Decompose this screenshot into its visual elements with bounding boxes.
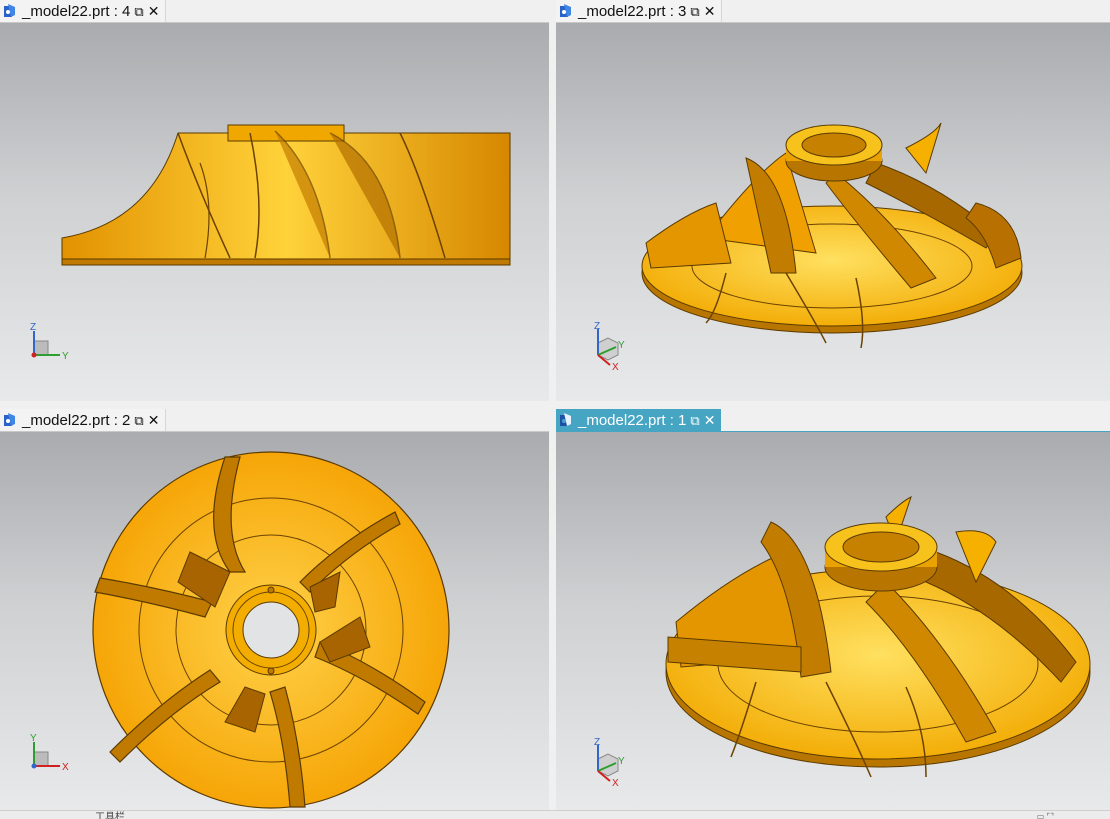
- viewport-pane-1: _model22.prt : 1 ⧉ ✕ Z Y X: [556, 409, 1110, 810]
- close-icon[interactable]: ✕: [148, 413, 160, 427]
- tab-model22-view-4[interactable]: _model22.prt : 4 ⧉ ✕: [0, 0, 167, 22]
- axis-label-y: Y: [618, 340, 625, 351]
- viewport-pane-3: _model22.prt : 3 ⧉ ✕ Z Y X: [556, 0, 1110, 401]
- tab-title: _model22.prt : 1: [578, 411, 687, 429]
- axis-label-x: X: [612, 362, 619, 371]
- axis-label-z: Z: [594, 737, 600, 748]
- popout-icon[interactable]: ⧉: [690, 5, 699, 18]
- popout-icon[interactable]: ⧉: [690, 414, 699, 427]
- tab-model22-view-1[interactable]: _model22.prt : 1 ⧉ ✕: [556, 409, 722, 431]
- impeller-iso-view: [641, 122, 1023, 349]
- axis-label-y: Y: [618, 756, 625, 767]
- graphics-window[interactable]: Y X: [0, 432, 549, 810]
- popout-icon[interactable]: ⧉: [134, 414, 143, 427]
- viewport-pane-4: _model22.prt : 4 ⧉ ✕ Z Y: [0, 0, 549, 401]
- impeller-top-view: [92, 451, 450, 809]
- part-document-icon: [560, 4, 571, 17]
- part-document-icon: [4, 4, 15, 17]
- part-document-icon: [560, 413, 571, 426]
- view-triad: Y X: [30, 733, 69, 773]
- popout-icon[interactable]: ⧉: [134, 5, 143, 18]
- viewport-pane-2: _model22.prt : 2 ⧉ ✕ Y X: [0, 409, 549, 810]
- tab-model22-view-2[interactable]: _model22.prt : 2 ⧉ ✕: [0, 409, 167, 431]
- tab-model22-view-3[interactable]: _model22.prt : 3 ⧉ ✕: [556, 0, 723, 22]
- close-icon[interactable]: ✕: [704, 413, 716, 427]
- part-document-icon: [4, 413, 15, 426]
- axis-label-x: X: [62, 762, 69, 773]
- tab-title: _model22.prt : 2: [22, 411, 131, 429]
- axis-label-x: X: [612, 778, 619, 787]
- tab-title: _model22.prt : 4: [22, 2, 131, 20]
- axis-label-z: Z: [30, 322, 36, 333]
- impeller-iso-view: [665, 496, 1091, 778]
- tab-title: _model22.prt : 3: [578, 2, 687, 20]
- view-triad: Z Y X: [594, 321, 625, 371]
- close-icon[interactable]: ✕: [148, 4, 160, 18]
- axis-label-z: Z: [594, 321, 600, 332]
- graphics-window[interactable]: Z Y X: [556, 23, 1110, 401]
- view-triad: Z Y: [30, 322, 69, 362]
- axis-label-y: Y: [62, 351, 69, 362]
- graphics-window[interactable]: Z Y: [0, 23, 549, 401]
- axis-label-y: Y: [30, 733, 37, 744]
- graphics-window[interactable]: Z Y X: [556, 432, 1110, 810]
- view-triad: Z Y X: [594, 737, 625, 787]
- close-icon[interactable]: ✕: [704, 4, 716, 18]
- impeller-side-view: [61, 124, 511, 266]
